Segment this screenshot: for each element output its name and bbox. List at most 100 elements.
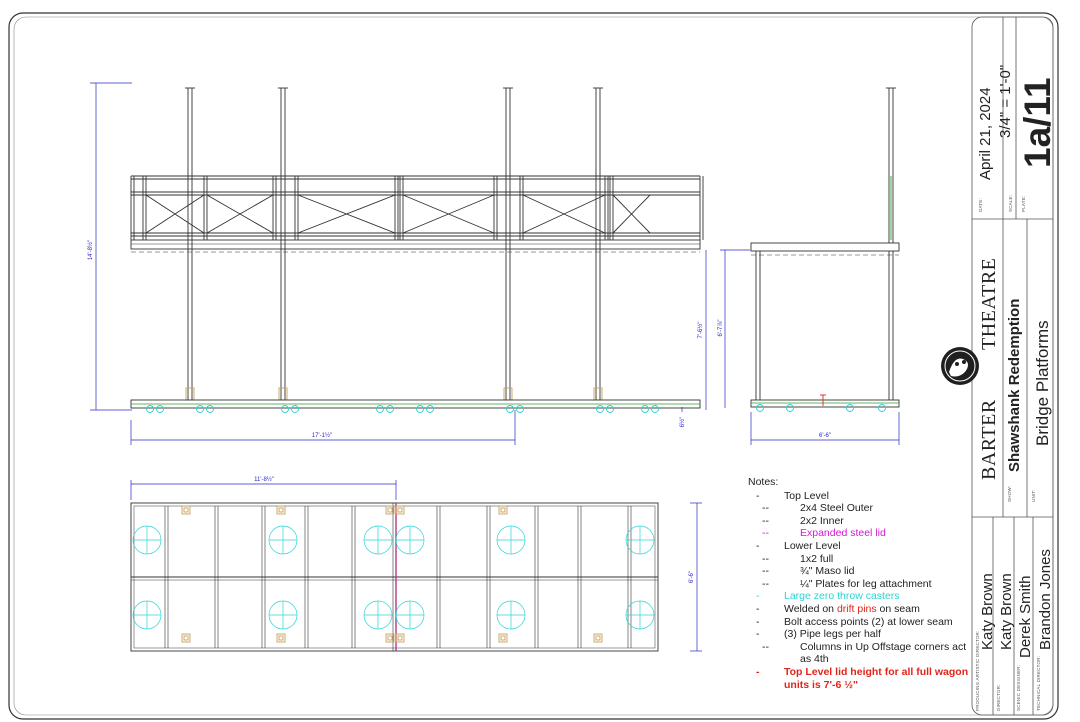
note-item: - Large zero throw casters (748, 590, 973, 603)
role-scenic-designer: SCENIC DESIGNER: (1016, 664, 1021, 711)
barter-theatre-emblem-icon (941, 347, 979, 385)
name-director: Katy Brown (998, 573, 1015, 650)
leg-plate-inner (183, 507, 189, 513)
note-text: Top Level (784, 489, 829, 502)
note-bullet: -- (762, 552, 769, 565)
leg-plate-inner (500, 635, 506, 641)
note-bullet: - (756, 590, 760, 603)
show-name: Shawshank Redemption (1006, 298, 1023, 472)
leg-plate (593, 633, 603, 643)
note-item: -- 2x2 Inner (748, 515, 973, 528)
note-text: ¾" Maso lid (800, 565, 855, 578)
plan-view: 11'-8½" 6'-6" (130, 476, 702, 652)
leg-plate-inner (397, 507, 403, 513)
scale-label: SCALE: (1008, 194, 1013, 212)
dim-deck-thickness: 6½" (679, 417, 686, 427)
note-bullet: - (756, 665, 760, 678)
leg-plate-inner (500, 507, 506, 513)
caster-icon (426, 405, 434, 413)
leg-plate (181, 505, 191, 515)
note-bullet: -- (762, 577, 769, 590)
caster-icon (516, 405, 524, 413)
dim-platform-height: 7'-6½" (697, 322, 704, 339)
note-text: ¼" Plates for leg attachment (800, 577, 932, 590)
caster-icon (291, 405, 299, 413)
leg-plate (498, 633, 508, 643)
dim-plan-depth: 6'-6" (689, 571, 695, 583)
name-technical-director: Brandon Jones (1037, 549, 1054, 650)
caster-icon (206, 405, 214, 413)
caster-icon (376, 405, 384, 413)
top-deck (130, 239, 701, 250)
leg-plate (276, 505, 286, 515)
leg-plate-inner (183, 635, 189, 641)
leg-plate (276, 633, 286, 643)
note-text-part: Welded on (784, 602, 837, 615)
note-bullet: -- (762, 514, 769, 527)
note-text: 1x2 full (800, 552, 834, 565)
note-bullet: - (756, 615, 760, 628)
caster-icon (281, 405, 289, 413)
note-item: -- 2x4 Steel Outer (748, 502, 973, 515)
notes-list: - Top Level -- 2x4 Steel Outer -- 2x2 Inner --… (748, 490, 973, 692)
note-item: - Top Level (748, 490, 973, 503)
note-text-part: on seam (876, 602, 920, 615)
notes-panel: Notes: - Top Level -- 2x4 Steel Outer -- 2x2 … (748, 476, 973, 691)
note-bullet: -- (762, 640, 769, 653)
note-item: - Top Level lid height for all full wagon… (748, 666, 973, 691)
date-value: April 21, 2024 (977, 87, 994, 180)
caster-icon (606, 405, 614, 413)
role-director: DIRECTOR: (996, 684, 1001, 711)
note-text: Large zero throw casters (784, 590, 900, 603)
dim-side-width: 6'-6" (819, 433, 831, 439)
leg-plate (395, 633, 405, 643)
leg-plate (278, 387, 288, 401)
note-text: (3) Pipe legs per half (784, 628, 881, 641)
side-elevation: 6'-7⅞" 6'-6" (718, 87, 900, 445)
leg-plate-inner (387, 635, 393, 641)
scale-value: 3/4" = 1'-0" (997, 64, 1014, 138)
caster-icon (641, 405, 649, 413)
caster-icon (386, 405, 394, 413)
note-item: -- Expanded steel lid (748, 527, 973, 540)
caster-icon (756, 404, 764, 412)
unit-label: UNIT: (1031, 489, 1036, 502)
leg-plate-inner (387, 507, 393, 513)
dim-side-height: 6'-7⅞" (718, 320, 724, 337)
role-technical-director: TECHNICAL DIRECTOR: (1036, 655, 1041, 711)
note-item: - (3) Pipe legs per half (748, 628, 973, 641)
leg-plate-inner (595, 635, 601, 641)
theatre-name-barter: BARTER (978, 399, 1000, 480)
note-bullet: - (756, 602, 760, 615)
leg-plate-inner (397, 635, 403, 641)
note-text: Lower Level (784, 539, 841, 552)
caster-icon (651, 405, 659, 413)
note-item: - Lower Level (748, 540, 973, 553)
note-text: Columns in Up Offstage corners act as 4t… (800, 640, 967, 666)
caster-icon (596, 405, 604, 413)
note-item: -- ¼" Plates for leg attachment (748, 578, 973, 591)
note-bullet: -- (762, 527, 769, 540)
dim-plan-half-length: 11'-8½" (254, 476, 274, 483)
leg-plate-inner (278, 635, 284, 641)
note-text: Expanded steel lid (800, 527, 886, 540)
caster-icon (506, 405, 514, 413)
note-item: -- Columns in Up Offstage corners act as … (748, 641, 973, 666)
caster-icon (196, 405, 204, 413)
notes-title: Notes: (748, 476, 779, 488)
note-text: Welded on drift pins on seam (784, 603, 920, 616)
front-elevation: 14'-8½" 7'-6½" 6½" 17'-1½" (87, 82, 707, 445)
note-item: - Bolt access points (2) at lower seam (748, 616, 973, 629)
caster-icon (878, 404, 886, 412)
note-text: 2x4 Steel Outer (800, 502, 873, 515)
caster-icon (786, 404, 794, 412)
leg-plate-inner (278, 507, 284, 513)
leg-plate (395, 505, 405, 515)
leg-plate (181, 633, 191, 643)
note-bullet: -- (762, 565, 769, 578)
dim-front-width: 17'-1½" (312, 432, 332, 439)
note-item: -- 1x2 full (748, 553, 973, 566)
leg-plate (503, 387, 513, 401)
caster-icon (846, 404, 854, 412)
note-highlight: drift pins (836, 602, 877, 615)
